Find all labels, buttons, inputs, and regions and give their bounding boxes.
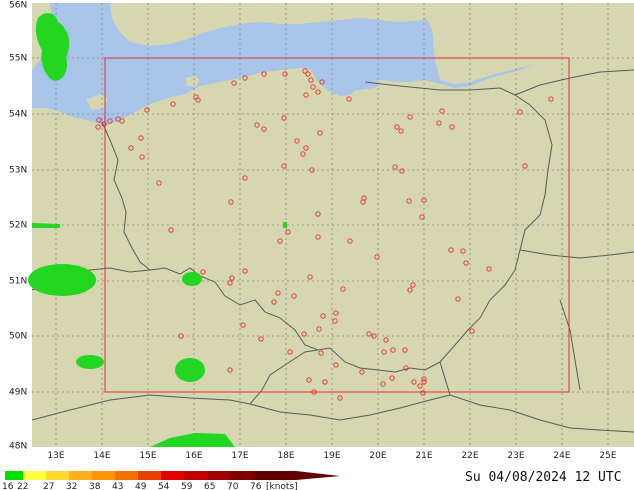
legend-swatch bbox=[138, 471, 161, 480]
lat-label: 55N bbox=[9, 54, 27, 64]
lon-label: 25E bbox=[599, 451, 616, 461]
lon-label: 21E bbox=[415, 451, 432, 461]
legend-arrow bbox=[276, 471, 340, 480]
longitude-labels: 13E 14E 15E 16E 17E 18E 19E 20E 21E 22E … bbox=[47, 451, 616, 461]
legend-tick: 27 bbox=[43, 482, 54, 490]
lon-label: 14E bbox=[93, 451, 110, 461]
lon-label: 13E bbox=[47, 451, 64, 461]
legend-tick: 32 bbox=[66, 482, 77, 490]
legend-swatch bbox=[207, 471, 230, 480]
wind-map: 56N 55N 54N 53N 52N 51N 50N 49N 48N 13E … bbox=[2, 1, 634, 490]
lat-label: 52N bbox=[9, 221, 27, 231]
legend-tick: 49 bbox=[135, 482, 147, 490]
lat-label: 48N bbox=[9, 442, 27, 452]
lat-label: 51N bbox=[9, 277, 27, 287]
legend-tick: 22 bbox=[17, 482, 28, 490]
legend-tick: 65 bbox=[204, 482, 215, 490]
legend-tick: 76 bbox=[250, 482, 262, 490]
legend-swatch bbox=[161, 471, 184, 480]
legend-tick: 70 bbox=[227, 482, 239, 490]
lon-label: 24E bbox=[553, 451, 570, 461]
lat-label: 49N bbox=[9, 388, 27, 398]
legend-swatch bbox=[46, 471, 69, 480]
lat-label: 50N bbox=[9, 332, 27, 342]
legend-tick: 43 bbox=[112, 482, 123, 490]
forecast-datetime: Su 04/08/2024 12 UTC bbox=[465, 470, 622, 485]
lat-label: 56N bbox=[9, 1, 27, 11]
legend-swatch bbox=[5, 471, 23, 480]
legend-swatch bbox=[69, 471, 92, 480]
latitude-labels: 56N 55N 54N 53N 52N 51N 50N 49N 48N bbox=[9, 1, 27, 452]
legend-swatch bbox=[92, 471, 115, 480]
lon-label: 17E bbox=[231, 451, 248, 461]
legend-tick: 59 bbox=[181, 482, 193, 490]
lon-label: 16E bbox=[185, 451, 202, 461]
legend-tick: 38 bbox=[89, 482, 101, 490]
legend-ticks: 16 22 27 32 38 43 49 54 59 65 70 76 [kno… bbox=[2, 482, 298, 490]
legend-tick: 54 bbox=[158, 482, 170, 490]
legend-swatch bbox=[23, 471, 46, 480]
legend-swatch bbox=[184, 471, 207, 480]
lat-label: 53N bbox=[9, 166, 27, 176]
lon-label: 19E bbox=[323, 451, 340, 461]
legend-unit: [knots] bbox=[266, 482, 298, 490]
lon-label: 20E bbox=[369, 451, 386, 461]
lat-label: 54N bbox=[9, 110, 27, 120]
legend-swatch bbox=[253, 471, 276, 480]
legend-swatch bbox=[230, 471, 253, 480]
lon-label: 23E bbox=[507, 451, 524, 461]
legend-tick: 16 bbox=[2, 482, 14, 490]
lon-label: 18E bbox=[277, 451, 294, 461]
legend-swatch bbox=[115, 471, 138, 480]
legend-colorbar bbox=[5, 471, 340, 480]
lon-label: 22E bbox=[461, 451, 478, 461]
lon-label: 15E bbox=[139, 451, 156, 461]
